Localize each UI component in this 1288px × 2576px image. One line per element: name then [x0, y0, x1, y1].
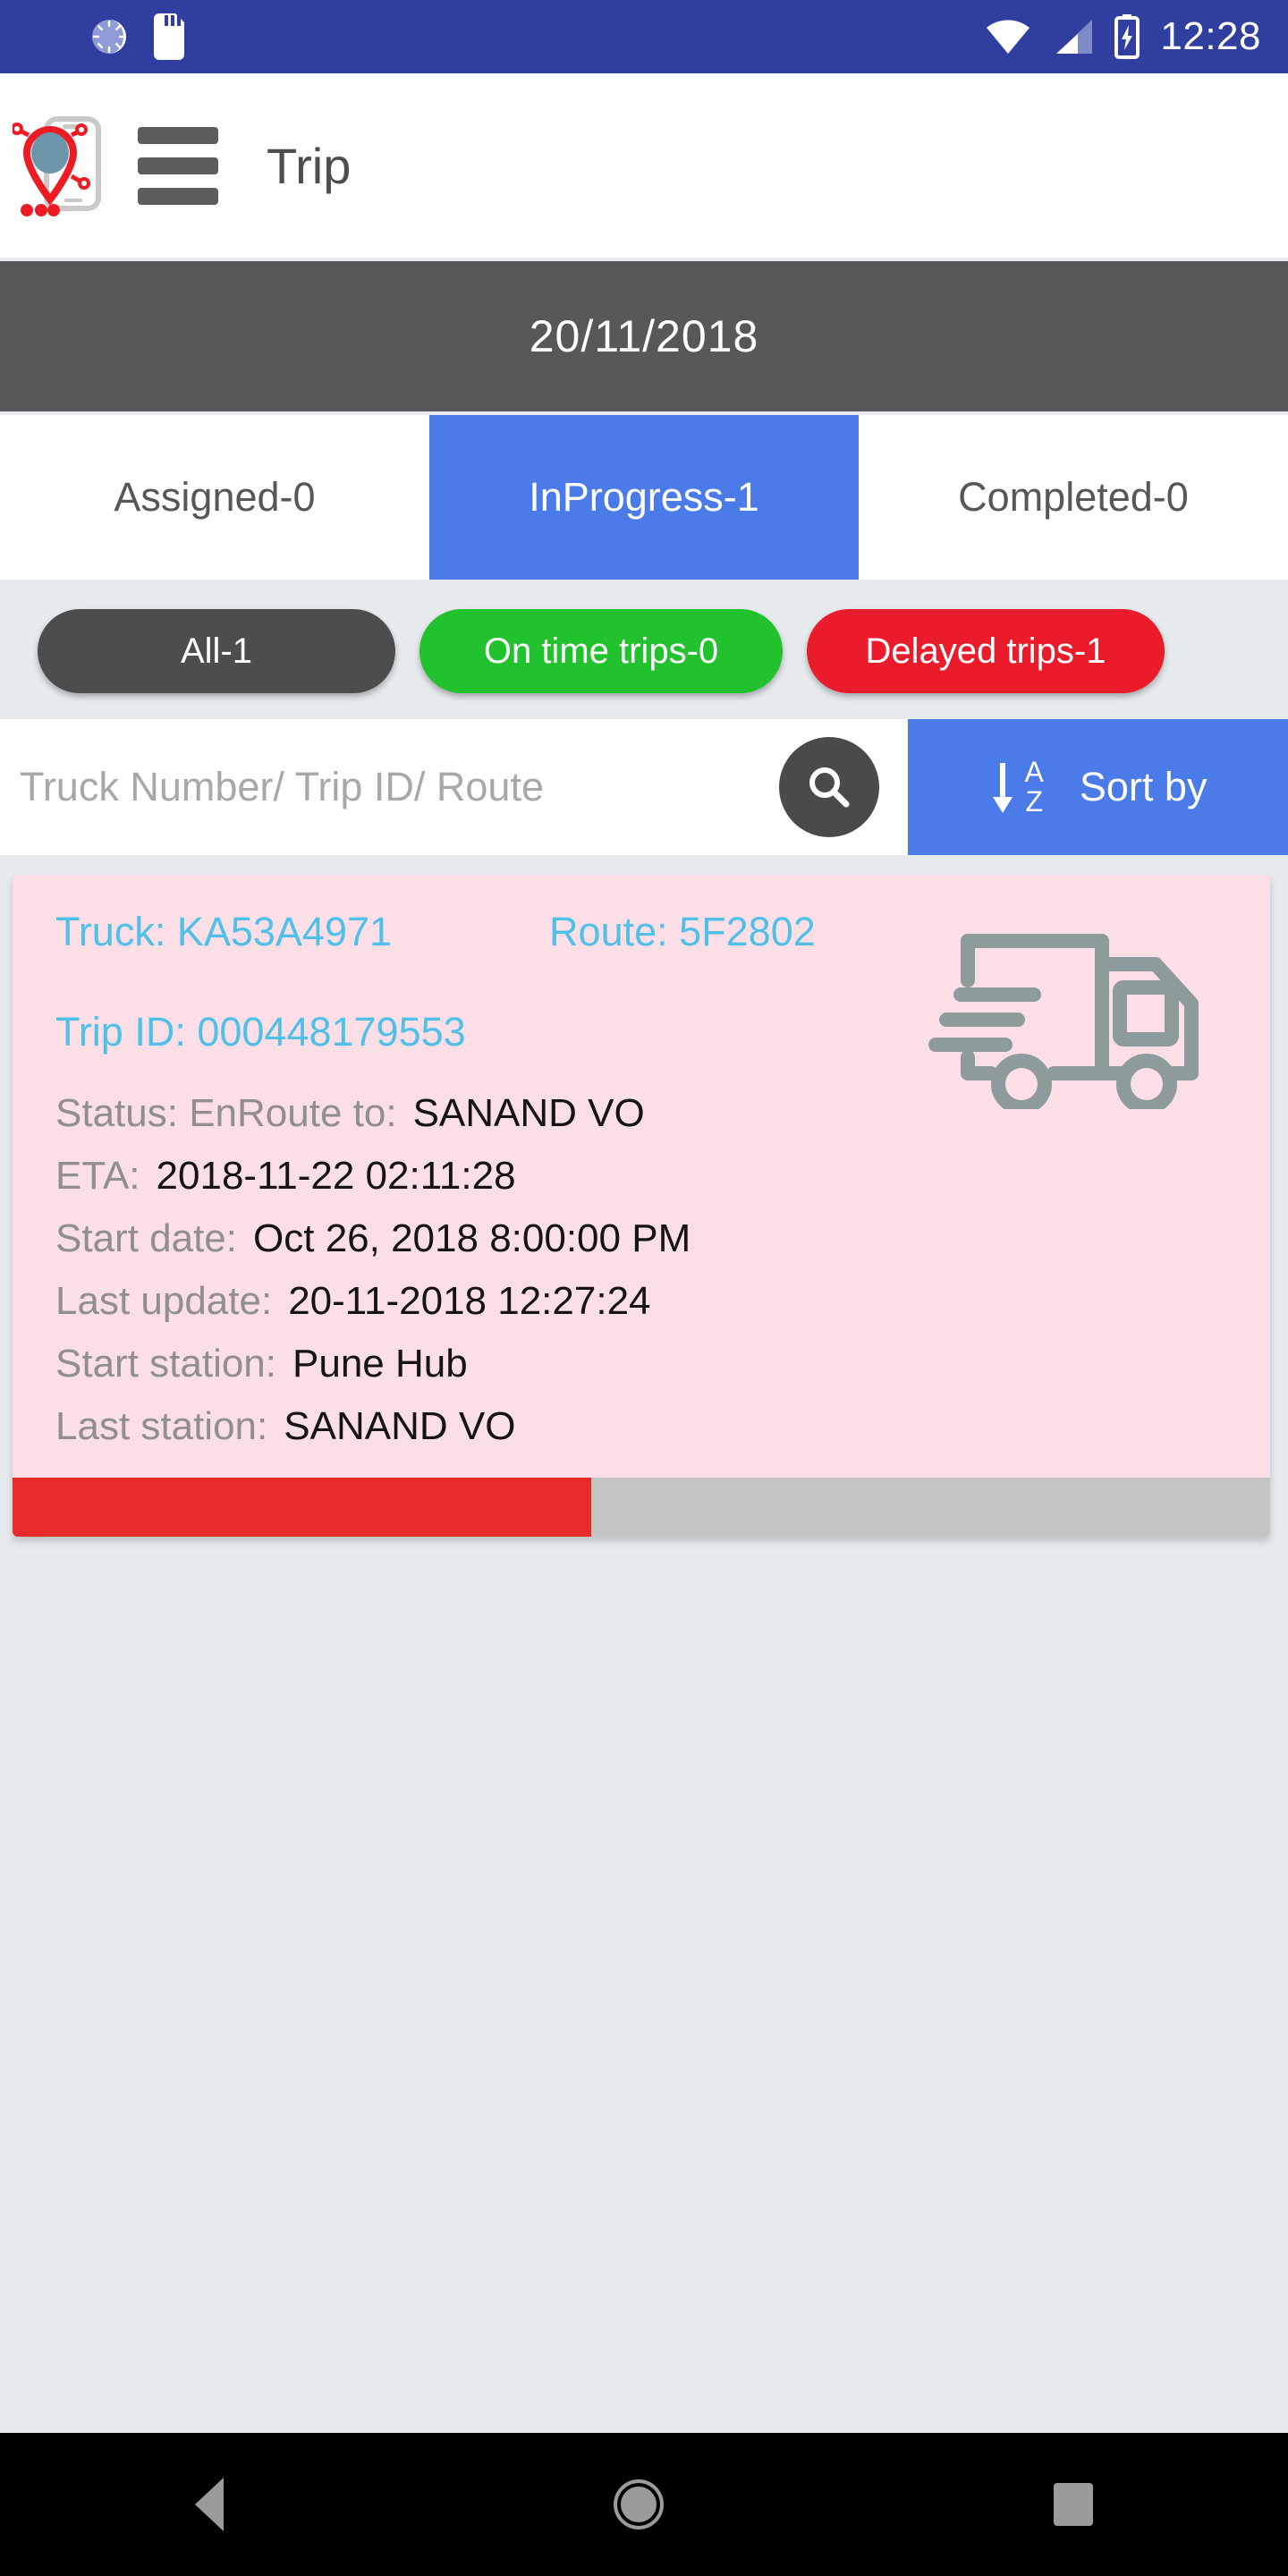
route-number[interactable]: Route: 5F2802 [549, 909, 816, 955]
detail-label: Last station: [55, 1404, 268, 1448]
trip-card-header: Truck: KA53A4971 Route: 5F2802 Trip ID: … [13, 875, 1270, 1109]
tab-completed[interactable]: Completed-0 [859, 415, 1288, 580]
filter-chip-delayed[interactable]: Delayed trips-1 [807, 609, 1165, 693]
app-bar: Trip [0, 73, 1288, 258]
trip-card[interactable]: Truck: KA53A4971 Route: 5F2802 Trip ID: … [13, 875, 1270, 1537]
truck-number[interactable]: Truck: KA53A4971 [55, 909, 392, 955]
cellular-signal-icon [1056, 20, 1093, 54]
filter-chip-ontime[interactable]: On time trips-0 [419, 609, 783, 693]
status-bar-clock: 12:28 [1160, 14, 1261, 58]
search-button[interactable] [779, 737, 879, 837]
page-title: Trip [267, 137, 352, 194]
detail-row-last-station: Last station: SANAND VO [55, 1404, 1270, 1449]
detail-label: Start station: [55, 1342, 277, 1385]
trip-progress-fill [13, 1478, 591, 1537]
detail-label: Last update: [55, 1279, 273, 1323]
tab-inprogress[interactable]: InProgress-1 [429, 415, 859, 580]
search-row: A Z Sort by [0, 719, 1288, 855]
hamburger-menu[interactable] [138, 126, 218, 205]
sort-letter-z: Z [1025, 785, 1043, 818]
delivery-truck-icon [928, 934, 1199, 1109]
detail-row-start-date: Start date: Oct 26, 2018 8:00:00 PM [55, 1216, 1270, 1261]
detail-row-last-update: Last update: 20-11-2018 12:27:24 [55, 1279, 1270, 1324]
recent-apps-button[interactable] [1054, 2483, 1093, 2526]
hamburger-line [138, 157, 218, 174]
detail-value: Oct 26, 2018 8:00:00 PM [253, 1216, 691, 1260]
home-nav-button[interactable] [614, 2479, 664, 2529]
detail-label: Status: EnRoute to: [55, 1091, 397, 1135]
status-tabs: Assigned-0 InProgress-1 Completed-0 [0, 415, 1288, 580]
tab-assigned[interactable]: Assigned-0 [0, 415, 429, 580]
hamburger-line [138, 126, 218, 144]
filter-chip-bar: All-1 On time trips-0 Delayed trips-1 [0, 583, 1288, 719]
detail-row-eta: ETA: 2018-11-22 02:11:28 [55, 1154, 1270, 1199]
sort-by-button[interactable]: A Z Sort by [908, 719, 1288, 855]
detail-label: ETA: [55, 1154, 140, 1198]
detail-value: SANAND VO [412, 1091, 645, 1135]
az-letters: A Z [1025, 758, 1044, 816]
selected-date: 20/11/2018 [529, 311, 759, 361]
down-arrow-icon [992, 763, 1013, 813]
trip-detail-rows: Status: EnRoute to: SANAND VO ETA: 2018-… [13, 1091, 1270, 1478]
status-bar: 12:28 [0, 0, 1288, 73]
status-bar-right-icons: 12:28 [985, 14, 1261, 59]
detail-value: Pune Hub [292, 1342, 468, 1385]
back-nav-button[interactable] [195, 2478, 224, 2531]
hamburger-line [138, 187, 218, 205]
sort-by-label: Sort by [1079, 764, 1208, 809]
detail-label: Start date: [55, 1216, 238, 1260]
filter-chip-all[interactable]: All-1 [38, 609, 395, 693]
android-nav-bar [0, 2433, 1288, 2576]
sort-az-icon: A Z [989, 758, 1044, 817]
detail-value: SANAND VO [284, 1404, 516, 1448]
trip-progress-bar [13, 1478, 1270, 1537]
status-bar-left-icons [89, 13, 186, 60]
app-logo-tracker[interactable] [13, 112, 109, 219]
sync-spinner-icon [92, 20, 126, 54]
detail-value: 2018-11-22 02:11:28 [156, 1154, 516, 1198]
phone-screen: 12:28 Trip 20/11/2018 Assigned-0 InProgr… [0, 0, 1288, 2576]
sd-card-icon [154, 13, 184, 60]
battery-charging-icon [1114, 14, 1140, 59]
search-icon [809, 767, 850, 808]
wifi-icon [987, 20, 1030, 55]
date-bar[interactable]: 20/11/2018 [0, 261, 1288, 411]
search-input[interactable] [20, 764, 779, 810]
sort-letter-a: A [1024, 756, 1044, 789]
detail-value: 20-11-2018 12:27:24 [288, 1279, 651, 1323]
detail-row-start-station: Start station: Pune Hub [55, 1342, 1270, 1386]
